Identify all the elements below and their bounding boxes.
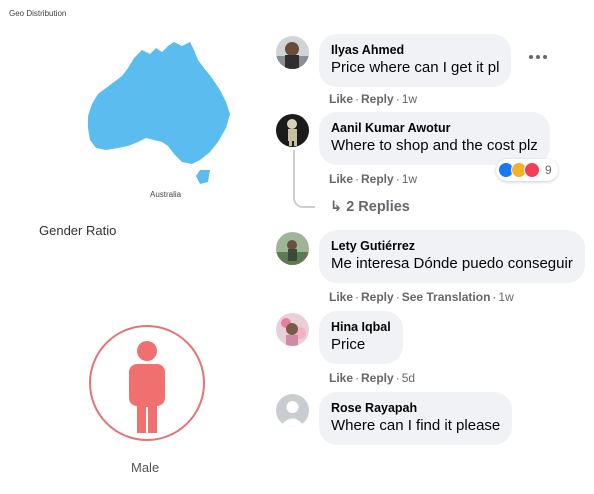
map-caption: Australia xyxy=(150,190,182,199)
comment-actions: Like · Reply · 1w xyxy=(329,172,418,186)
analytics-panel: Geo Distribution Australia Gender Ratio … xyxy=(0,0,272,494)
comment-author[interactable]: Lety Gutiérrez xyxy=(331,238,573,254)
comment-actions: Like · Reply · See Translation · 1w xyxy=(329,290,514,304)
comment-bubble: Lety Gutiérrez Me interesa Dónde puedo c… xyxy=(319,230,585,283)
reply-button[interactable]: Reply xyxy=(361,290,394,304)
user-photo-icon xyxy=(276,313,309,346)
comment-text: Price xyxy=(331,336,366,353)
comment-text: Price where can I get it pl xyxy=(331,59,500,76)
replies-label: 2 Replies xyxy=(346,199,410,215)
user-photo-icon xyxy=(276,114,309,147)
reply-button[interactable]: Reply xyxy=(361,371,394,385)
avatar[interactable] xyxy=(276,232,309,265)
comment-actions: Like · Reply · 1w xyxy=(329,92,418,106)
more-options-button[interactable] xyxy=(529,52,549,62)
comment-text: Where to shop and the cost plz xyxy=(331,137,538,154)
reactions-summary[interactable]: 9 xyxy=(496,159,558,181)
avatar[interactable] xyxy=(276,394,309,427)
australia-map[interactable] xyxy=(82,38,242,188)
see-translation-button[interactable]: See Translation xyxy=(402,290,491,304)
male-person-icon xyxy=(129,341,165,433)
australia-map-icon xyxy=(88,42,230,184)
comment-bubble: Hina Iqbal Price xyxy=(319,311,403,364)
gender-ratio-chart xyxy=(89,325,205,441)
comment-bubble: Aanil Kumar Awotur Where to shop and the… xyxy=(319,112,550,165)
avatar[interactable] xyxy=(276,313,309,346)
comment-text: Where can I find it please xyxy=(331,417,501,434)
like-button[interactable]: Like xyxy=(329,290,353,304)
reply-button[interactable]: Reply xyxy=(361,172,394,186)
comment-time[interactable]: 5d xyxy=(402,371,415,385)
reply-arrow-icon: ↳ xyxy=(330,199,343,215)
comment-time[interactable]: 1w xyxy=(498,290,513,304)
gender-ratio-title: Gender Ratio xyxy=(39,223,117,238)
thread-connector xyxy=(293,150,315,208)
comment-author[interactable]: Ilyas Ahmed xyxy=(331,42,499,58)
avatar[interactable] xyxy=(276,114,309,147)
comment-actions: Like · Reply · 5d xyxy=(329,371,416,385)
comment-time[interactable]: 1w xyxy=(402,92,417,106)
comment-author[interactable]: Rose Rayapah xyxy=(331,400,500,416)
comment-bubble: Ilyas Ahmed Price where can I get it pl xyxy=(319,34,512,87)
comment-bubble: Rose Rayapah Where can I find it please xyxy=(319,392,513,445)
comment-author[interactable]: Aanil Kumar Awotur xyxy=(331,120,538,136)
comments-list: Ilyas Ahmed Price where can I get it pl … xyxy=(272,0,594,494)
geo-distribution-title: Geo Distribution xyxy=(9,9,67,18)
comment-time[interactable]: 1w xyxy=(402,172,417,186)
comment-text: Me interesa Dónde puedo conseguir xyxy=(331,255,573,272)
view-replies-link[interactable]: ↳ 2 Replies xyxy=(330,199,410,215)
avatar[interactable] xyxy=(276,36,309,69)
reply-button[interactable]: Reply xyxy=(361,92,394,106)
comment-author[interactable]: Hina Iqbal xyxy=(331,319,391,335)
like-button[interactable]: Like xyxy=(329,92,353,106)
like-button[interactable]: Like xyxy=(329,172,353,186)
like-button[interactable]: Like xyxy=(329,371,353,385)
default-avatar-icon xyxy=(276,394,309,427)
gender-label: Male xyxy=(131,460,160,475)
user-photo-icon xyxy=(276,232,309,265)
reaction-count: 9 xyxy=(545,163,552,177)
love-icon xyxy=(524,162,540,178)
user-photo-icon xyxy=(276,36,309,69)
